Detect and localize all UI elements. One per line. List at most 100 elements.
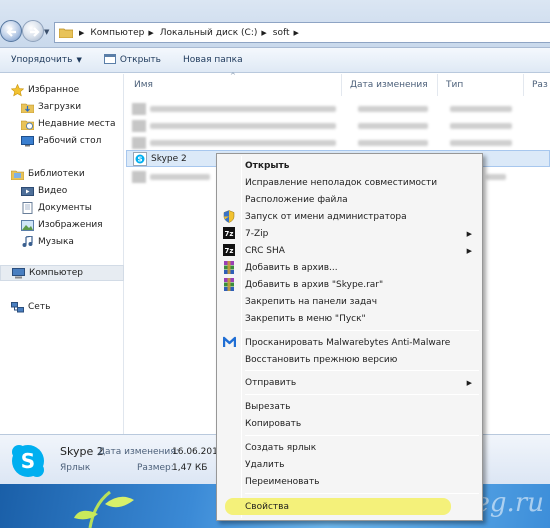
star-icon <box>10 83 24 97</box>
nav-label: Избранное <box>28 85 80 95</box>
new-folder-button[interactable]: Новая папка <box>172 48 254 73</box>
menu-item-add-to-skype-rar[interactable]: Добавить в архив "Skype.rar" <box>219 276 480 293</box>
back-button[interactable] <box>0 20 22 42</box>
menu-item-delete[interactable]: Удалить <box>219 456 480 473</box>
breadcrumb-computer[interactable]: Компьютер <box>90 28 144 38</box>
nav-libraries[interactable]: Библиотеки <box>10 166 134 182</box>
chevron-down-icon: ▼ <box>76 56 82 64</box>
menu-item-open[interactable]: Открыть <box>219 157 480 174</box>
table-row[interactable] <box>126 134 550 151</box>
menu-label: Отправить <box>245 377 297 388</box>
open-label: Открыть <box>119 55 161 65</box>
new-folder-label: Новая папка <box>182 55 243 65</box>
column-label: Имя <box>134 80 153 90</box>
winrar-icon <box>222 260 236 274</box>
menu-item-troubleshoot[interactable]: Исправление неполадок совместимости <box>219 174 480 191</box>
menu-item-copy[interactable]: Копировать <box>219 415 480 432</box>
documents-library-icon <box>20 201 34 215</box>
nav-label: Загрузки <box>38 102 82 112</box>
menu-label: Вырезать <box>245 401 291 412</box>
winrar-icon <box>222 277 236 291</box>
blurred-type <box>450 105 512 112</box>
breadcrumb-separator-icon[interactable]: ▶ <box>148 29 153 37</box>
menu-separator <box>245 370 479 371</box>
menu-label: 7-Zip <box>245 228 269 239</box>
command-bar: Упорядочить ▼ Открыть Новая папка <box>0 48 550 73</box>
menu-item-7zip[interactable]: 7z 7-Zip ▶ <box>219 225 480 242</box>
organize-button[interactable]: Упорядочить ▼ <box>0 48 93 73</box>
column-header-date[interactable]: Дата изменения <box>342 74 438 96</box>
nav-computer[interactable]: Компьютер <box>0 265 124 281</box>
folder-icon <box>58 27 74 39</box>
nav-label: Сеть <box>28 302 51 312</box>
blurred-type <box>450 139 512 146</box>
blurred-date <box>358 139 428 146</box>
malwarebytes-icon <box>222 335 236 349</box>
menu-label: Закрепить на панели задач <box>245 296 378 307</box>
menu-label: Добавить в архив... <box>245 262 338 273</box>
blurred-date <box>358 122 428 129</box>
details-size-value: 1,47 КБ <box>172 463 208 473</box>
menu-label: Закрепить в меню "Пуск" <box>245 313 366 324</box>
video-library-icon <box>20 184 34 198</box>
menu-item-pin-start[interactable]: Закрепить в меню "Пуск" <box>219 310 480 327</box>
open-button[interactable]: Открыть <box>93 48 172 73</box>
uac-shield-icon <box>222 209 236 223</box>
menu-item-cut[interactable]: Вырезать <box>219 398 480 415</box>
nav-label: Библиотеки <box>28 169 85 179</box>
menu-item-file-location[interactable]: Расположение файла <box>219 191 480 208</box>
submenu-arrow-icon: ▶ <box>466 246 472 255</box>
menu-label: CRC SHA <box>245 245 285 256</box>
breadcrumb-soft[interactable]: soft <box>273 28 290 38</box>
column-header-name[interactable]: ^ Имя <box>126 72 342 96</box>
nav-label: Видео <box>38 186 68 196</box>
column-header-type[interactable]: Тип <box>438 74 524 96</box>
file-name: Skype 2 <box>151 153 187 164</box>
blurred-file-icon <box>132 136 146 149</box>
menu-item-add-to-archive[interactable]: Добавить в архив... <box>219 259 480 276</box>
menu-item-send-to[interactable]: Отправить ▶ <box>219 374 480 391</box>
desktop-icon <box>20 134 34 148</box>
menu-label: Создать ярлык <box>245 442 317 453</box>
menu-item-crc-sha[interactable]: 7z CRC SHA ▶ <box>219 242 480 259</box>
menu-item-properties[interactable]: Свойства <box>225 498 451 515</box>
music-library-icon <box>20 235 34 249</box>
forward-button[interactable] <box>22 20 44 42</box>
breadcrumb-local-disk[interactable]: Локальный диск (C:) <box>160 28 258 38</box>
address-bar[interactable]: ▶ Компьютер ▶ Локальный диск (C:) ▶ soft… <box>54 22 550 43</box>
open-icon <box>103 53 116 67</box>
menu-label: Переименовать <box>245 476 320 487</box>
nav-label: Компьютер <box>29 268 83 278</box>
menu-label: Восстановить прежнюю версию <box>245 354 398 365</box>
column-label: Раз <box>532 80 548 90</box>
computer-icon <box>11 266 25 280</box>
menu-separator <box>245 394 479 395</box>
svg-text:S: S <box>21 449 35 473</box>
menu-item-restore-previous[interactable]: Восстановить прежнюю версию <box>219 351 480 368</box>
menu-separator <box>245 330 479 331</box>
menu-item-pin-taskbar[interactable]: Закрепить на панели задач <box>219 293 480 310</box>
nav-label: Рабочий стол <box>38 136 102 146</box>
menu-label: Копировать <box>245 418 302 429</box>
column-label: Дата изменения <box>350 80 428 90</box>
blurred-filename <box>150 139 336 146</box>
menu-item-run-as-admin[interactable]: Запуск от имени администратора <box>219 208 480 225</box>
table-row[interactable] <box>126 100 550 117</box>
nav-favorites[interactable]: Избранное <box>10 82 134 98</box>
7zip-icon: 7z <box>222 226 236 240</box>
breadcrumb-separator-icon[interactable]: ▶ <box>79 29 84 37</box>
table-row[interactable] <box>126 117 550 134</box>
menu-item-create-shortcut[interactable]: Создать ярлык <box>219 439 480 456</box>
column-header-size[interactable]: Раз <box>524 74 550 96</box>
blurred-date <box>358 105 428 112</box>
blurred-type <box>450 122 512 129</box>
breadcrumb-separator-icon[interactable]: ▶ <box>261 29 266 37</box>
nav-network[interactable]: Сеть <box>10 299 134 315</box>
sort-ascending-icon: ^ <box>230 72 236 80</box>
history-dropdown-icon[interactable]: ▼ <box>44 28 49 36</box>
breadcrumb-separator-icon[interactable]: ▶ <box>294 29 299 37</box>
nav-label: Музыка <box>38 237 74 247</box>
forward-arrow-icon <box>30 27 40 37</box>
menu-item-rename[interactable]: Переименовать <box>219 473 480 490</box>
menu-item-malwarebytes[interactable]: Просканировать Malwarebytes Anti-Malware <box>219 334 480 351</box>
